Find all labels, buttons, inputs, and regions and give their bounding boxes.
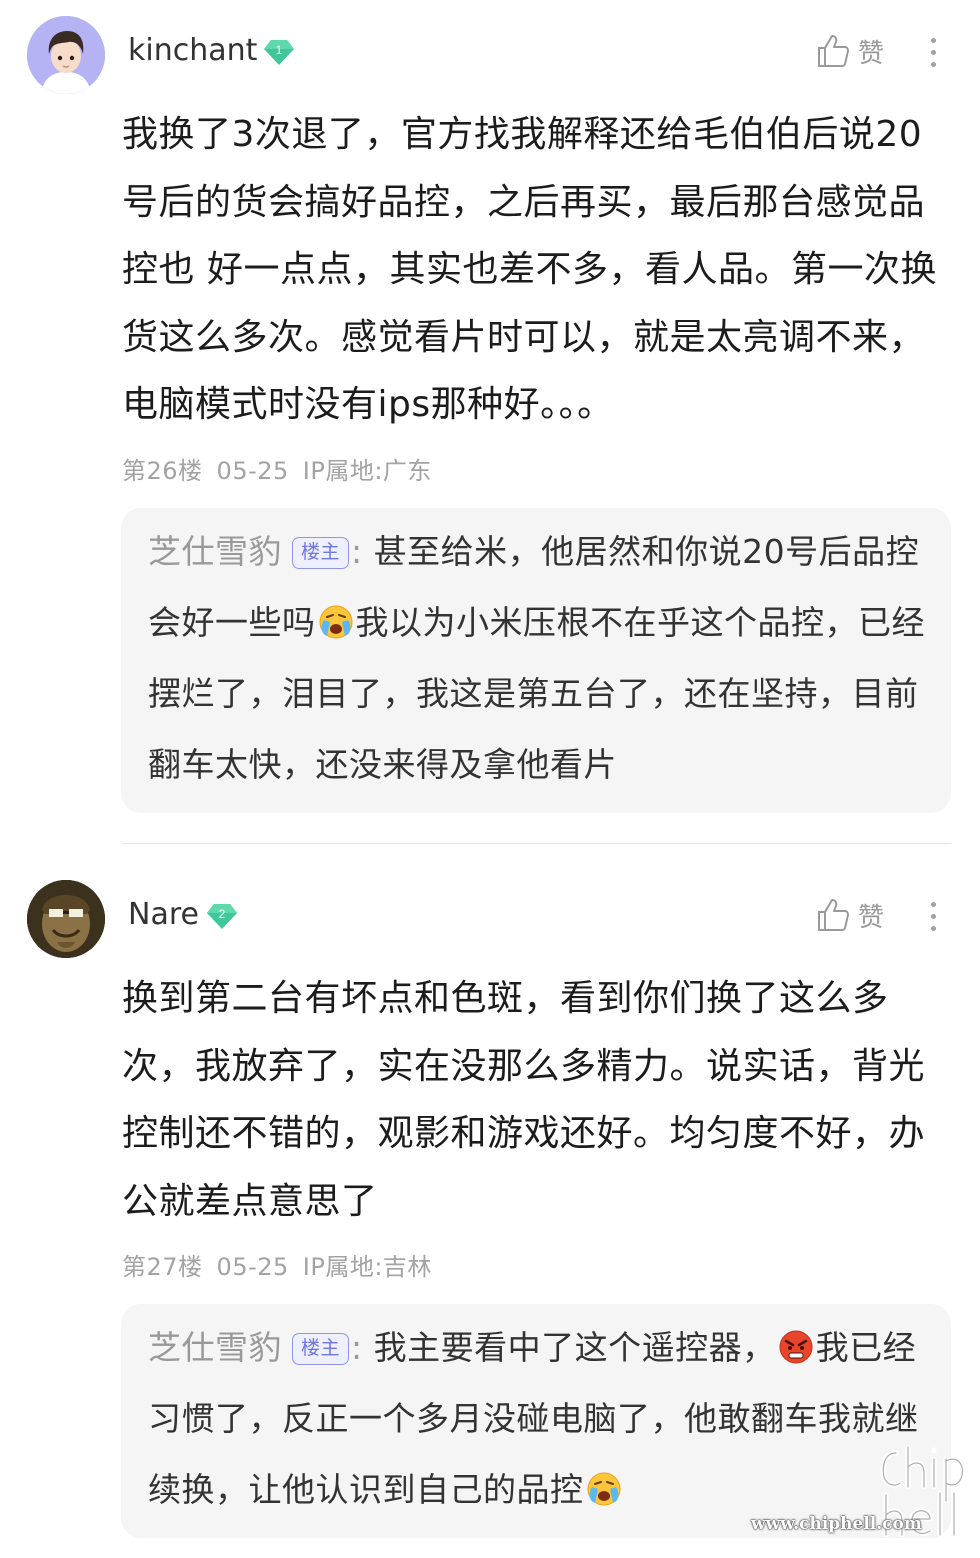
reply-author[interactable]: 芝仕雪豹 xyxy=(148,1328,282,1367)
diamond-icon: 1 xyxy=(264,40,294,65)
op-tag: 楼主 xyxy=(292,537,350,569)
username[interactable]: kinchant xyxy=(128,33,257,68)
reply-colon: : xyxy=(351,1328,363,1367)
comment-meta: 第26楼 05-25 IP属地:广东 xyxy=(122,451,446,486)
reply-box[interactable]: 芝仕雪豹 楼主: 甚至给米，他居然和你说20号后品控会好一些吗 我以为小米压根不在… xyxy=(121,508,951,813)
more-options-icon[interactable] xyxy=(920,30,946,74)
username[interactable]: Nare xyxy=(128,897,199,932)
comment-meta: 第27楼 05-25 IP属地:吉林 xyxy=(122,1247,446,1282)
reply-colon: : xyxy=(351,532,363,571)
level-badge: 2 xyxy=(206,900,237,930)
like-label: 赞 xyxy=(858,38,885,69)
thumbs-up-icon xyxy=(818,899,849,931)
reply-author[interactable]: 芝仕雪豹 xyxy=(148,532,282,571)
reply-content: 芝仕雪豹 楼主: 甚至给米，他居然和你说20号后品控会好一些吗 我以为小米压根不在… xyxy=(148,516,931,800)
like-label: 赞 xyxy=(858,902,885,933)
avatar[interactable] xyxy=(27,16,105,94)
comment-text: 我换了3次退了，官方找我解释还给毛伯伯后说20号后的货会搞好品控，之后再买，最后… xyxy=(122,114,937,425)
thumbs-up-icon xyxy=(818,35,849,67)
svg-text:1: 1 xyxy=(276,43,283,57)
post-date: 05-25 xyxy=(216,1253,289,1281)
ip-location: IP属地:吉林 xyxy=(302,1253,432,1281)
level-badge: 1 xyxy=(263,36,294,66)
angry-face-icon xyxy=(779,1330,813,1364)
op-tag: 楼主 xyxy=(292,1333,350,1365)
diamond-icon: 2 xyxy=(207,904,237,929)
comment-text: 换到第二台有坏点和色斑，看到你们换了这么多次，我放弃了，实在没那么多精力。说实话… xyxy=(122,978,926,1222)
crying-face-icon xyxy=(587,1472,620,1506)
floor-number: 第27楼 xyxy=(122,1253,203,1281)
ip-location: IP属地:广东 xyxy=(302,457,432,485)
comment-divider xyxy=(122,843,951,844)
more-options-icon[interactable] xyxy=(920,894,946,938)
like-button[interactable]: 赞 xyxy=(816,31,884,71)
svg-text:2: 2 xyxy=(219,907,226,921)
reply-text-start: 我主要看中了这个遥控器， xyxy=(362,1328,776,1367)
like-button[interactable]: 赞 xyxy=(816,895,884,935)
watermark-url: www.chiphell.com xyxy=(751,1514,922,1534)
floor-number: 第26楼 xyxy=(122,457,203,485)
avatar[interactable] xyxy=(27,880,105,958)
post-date: 05-25 xyxy=(216,457,289,485)
crying-face-icon xyxy=(319,605,352,639)
chiphell-watermark: www.chiphell.com xyxy=(751,1445,966,1540)
